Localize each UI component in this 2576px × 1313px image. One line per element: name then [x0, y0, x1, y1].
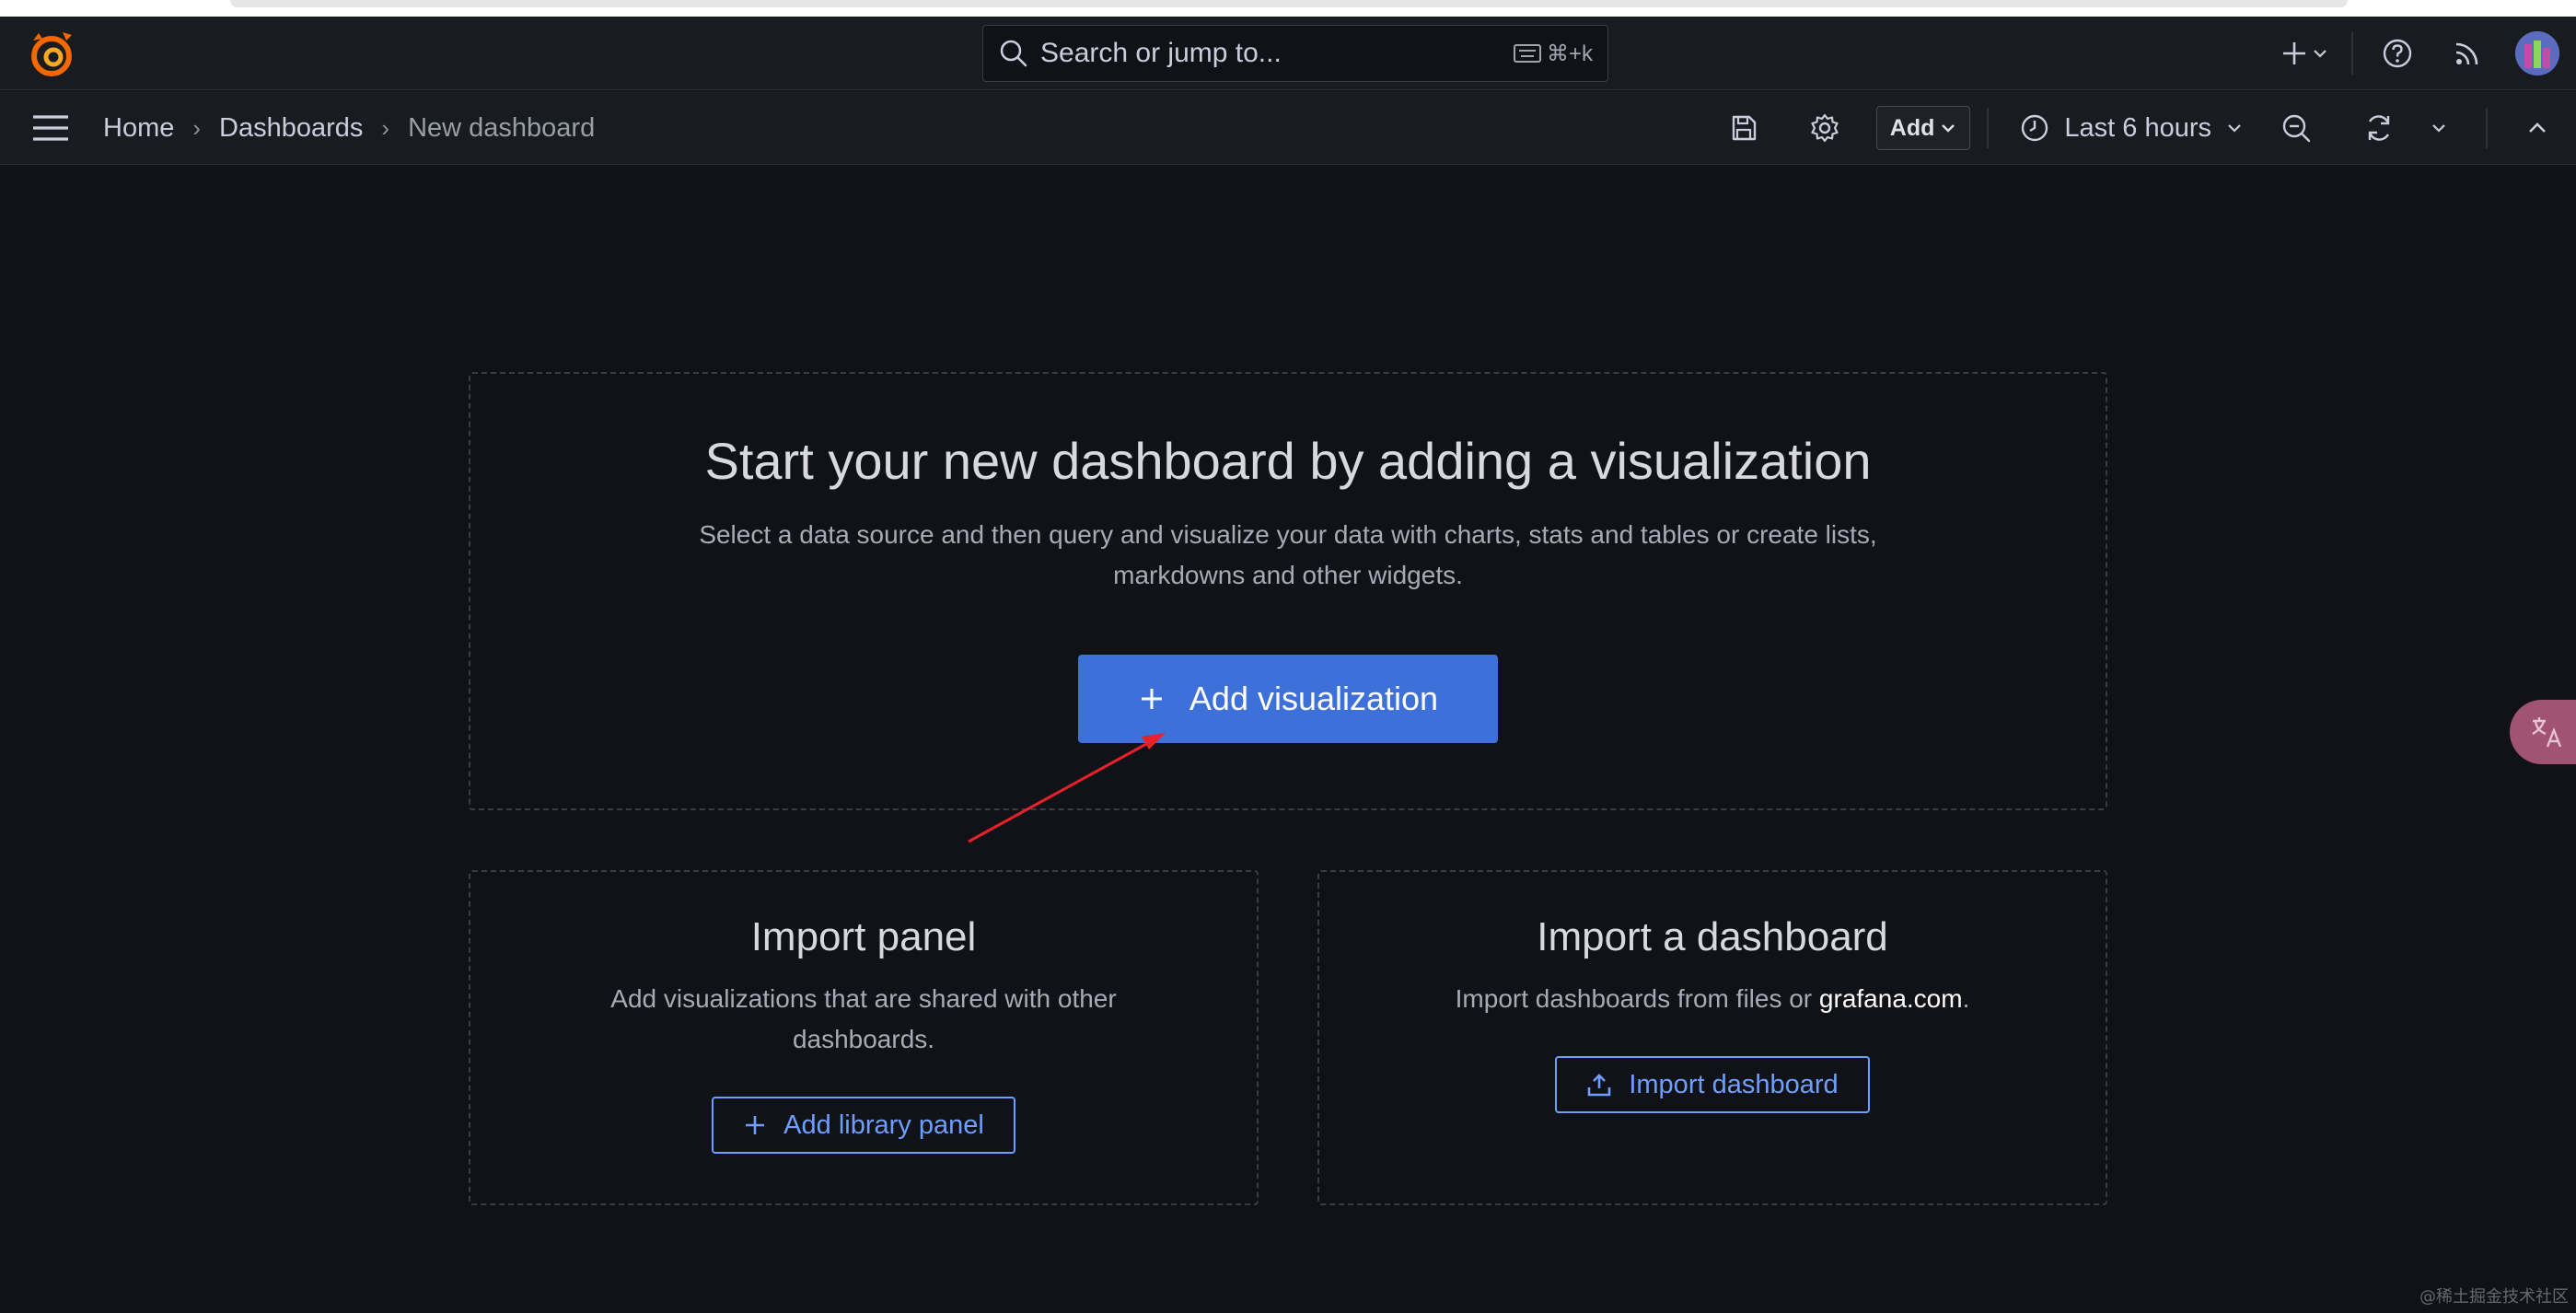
profile-button[interactable] — [2502, 26, 2572, 81]
import-dashboard-title: Import a dashboard — [1537, 914, 1888, 959]
zoom-out-icon — [2282, 114, 2311, 143]
breadcrumb-home[interactable]: Home — [103, 113, 174, 144]
top-right-actions — [2272, 17, 2576, 90]
gear-icon — [1811, 113, 1839, 143]
plus-icon — [1141, 689, 1162, 709]
shortcut-text: ⌘+k — [1546, 41, 1593, 66]
import-dashboard-card: Import a dashboard Import dashboards fro… — [1317, 870, 2107, 1205]
top-bar: Search or jump to... ⌘+k — [0, 17, 2576, 90]
add-visualization-button[interactable]: Add visualization — [1078, 655, 1498, 743]
breadcrumb-separator: › — [192, 113, 202, 142]
add-dropdown-button[interactable]: Add — [1875, 106, 1971, 150]
add-visualization-label: Add visualization — [1189, 680, 1439, 717]
upload-icon — [1588, 1074, 1611, 1097]
add-label: Add — [1889, 114, 1935, 141]
plus-icon — [2283, 42, 2305, 64]
description-line: Add visualizations that are shared with … — [610, 984, 1117, 1013]
description-text: Import dashboards from files or — [1455, 984, 1819, 1013]
add-library-panel-label: Add library panel — [783, 1110, 984, 1140]
grafana-app: Search or jump to... ⌘+k Home › Dashboar… — [0, 0, 2576, 1313]
save-dashboard-button[interactable] — [1716, 100, 1771, 156]
clock-icon — [2022, 114, 2048, 142]
breadcrumb-dashboards[interactable]: Dashboards — [219, 113, 363, 144]
help-icon — [2383, 39, 2412, 68]
breadcrumb: Home › Dashboards › New dashboard — [103, 91, 595, 165]
translate-glyph — [2532, 717, 2562, 748]
news-button[interactable] — [2432, 26, 2502, 81]
refresh-interval-dropdown[interactable] — [2416, 100, 2462, 156]
browser-scrollbar — [230, 0, 2348, 7]
search-placeholder: Search or jump to... — [1040, 38, 1282, 68]
chevron-down-icon — [2228, 124, 2241, 133]
time-range-label: Last 6 hours — [2064, 112, 2211, 143]
empty-state-description: Select a data source and then query and … — [699, 515, 1876, 596]
description-suffix: . — [1962, 984, 1970, 1013]
import-dashboard-button[interactable]: Import dashboard — [1555, 1056, 1870, 1113]
import-panel-title: Import panel — [750, 914, 977, 959]
grafana-com-link[interactable]: grafana.com — [1819, 984, 1963, 1013]
keyboard-icon — [1513, 44, 1541, 63]
breadcrumb-separator: › — [381, 113, 390, 142]
breadcrumb-current: New dashboard — [408, 112, 596, 143]
import-panel-description: Add visualizations that are shared with … — [610, 979, 1116, 1060]
import-dashboard-label: Import dashboard — [1629, 1069, 1839, 1099]
plus-icon — [746, 1116, 765, 1134]
save-icon — [1732, 115, 1756, 141]
dashboard-settings-button[interactable] — [1797, 100, 1852, 156]
empty-state-title: Start your new dashboard by adding a vis… — [704, 432, 1872, 490]
refresh-button[interactable] — [2342, 100, 2416, 156]
refresh-icon — [2368, 115, 2390, 141]
toolbar-divider — [2351, 32, 2353, 75]
nav-bar: Home › Dashboards › New dashboard Add La… — [0, 91, 2576, 165]
chevron-down-icon — [2432, 124, 2445, 133]
chevron-down-icon — [1942, 124, 1955, 133]
dashboard-toolbar: Add Last 6 hours — [1716, 91, 2576, 165]
translate-icon[interactable] — [2510, 700, 2576, 764]
import-panel-card: Import panel Add visualizations that are… — [469, 870, 1259, 1205]
search-icon — [1000, 40, 1027, 67]
browser-top-strip — [0, 0, 2576, 17]
toolbar-divider — [1987, 108, 1990, 148]
collapse-toolbar-button[interactable] — [2512, 100, 2563, 156]
toolbar-divider — [2486, 108, 2488, 148]
time-range-picker[interactable]: Last 6 hours — [2020, 113, 2243, 144]
search-input[interactable]: Search or jump to... ⌘+k — [982, 25, 1608, 82]
chevron-down-icon — [2314, 50, 2327, 58]
import-dashboard-description: Import dashboards from files or grafana.… — [1456, 979, 1970, 1019]
zoom-out-button[interactable] — [2259, 100, 2333, 156]
avatar-identicon — [2515, 31, 2559, 76]
new-menu-button[interactable] — [2272, 26, 2337, 81]
avatar — [2515, 31, 2559, 76]
search-shortcut: ⌘+k — [1513, 41, 1593, 67]
help-button[interactable] — [2362, 26, 2432, 81]
chevron-up-icon — [2529, 122, 2546, 133]
description-line: dashboards. — [792, 1025, 935, 1053]
grafana-logo-icon[interactable] — [26, 29, 77, 81]
add-library-panel-button[interactable]: Add library panel — [712, 1097, 1015, 1154]
watermark: @稀土掘金技术社区 — [2419, 1287, 2569, 1307]
description-line: Select a data source and then query and … — [699, 520, 1877, 549]
rss-icon — [2455, 42, 2478, 65]
dashboard-empty-state: Start your new dashboard by adding a vis… — [0, 166, 2576, 1313]
description-line: markdowns and other widgets. — [1113, 561, 1463, 589]
menu-icon[interactable] — [31, 111, 70, 145]
add-visualization-card: Start your new dashboard by adding a vis… — [469, 372, 2107, 810]
